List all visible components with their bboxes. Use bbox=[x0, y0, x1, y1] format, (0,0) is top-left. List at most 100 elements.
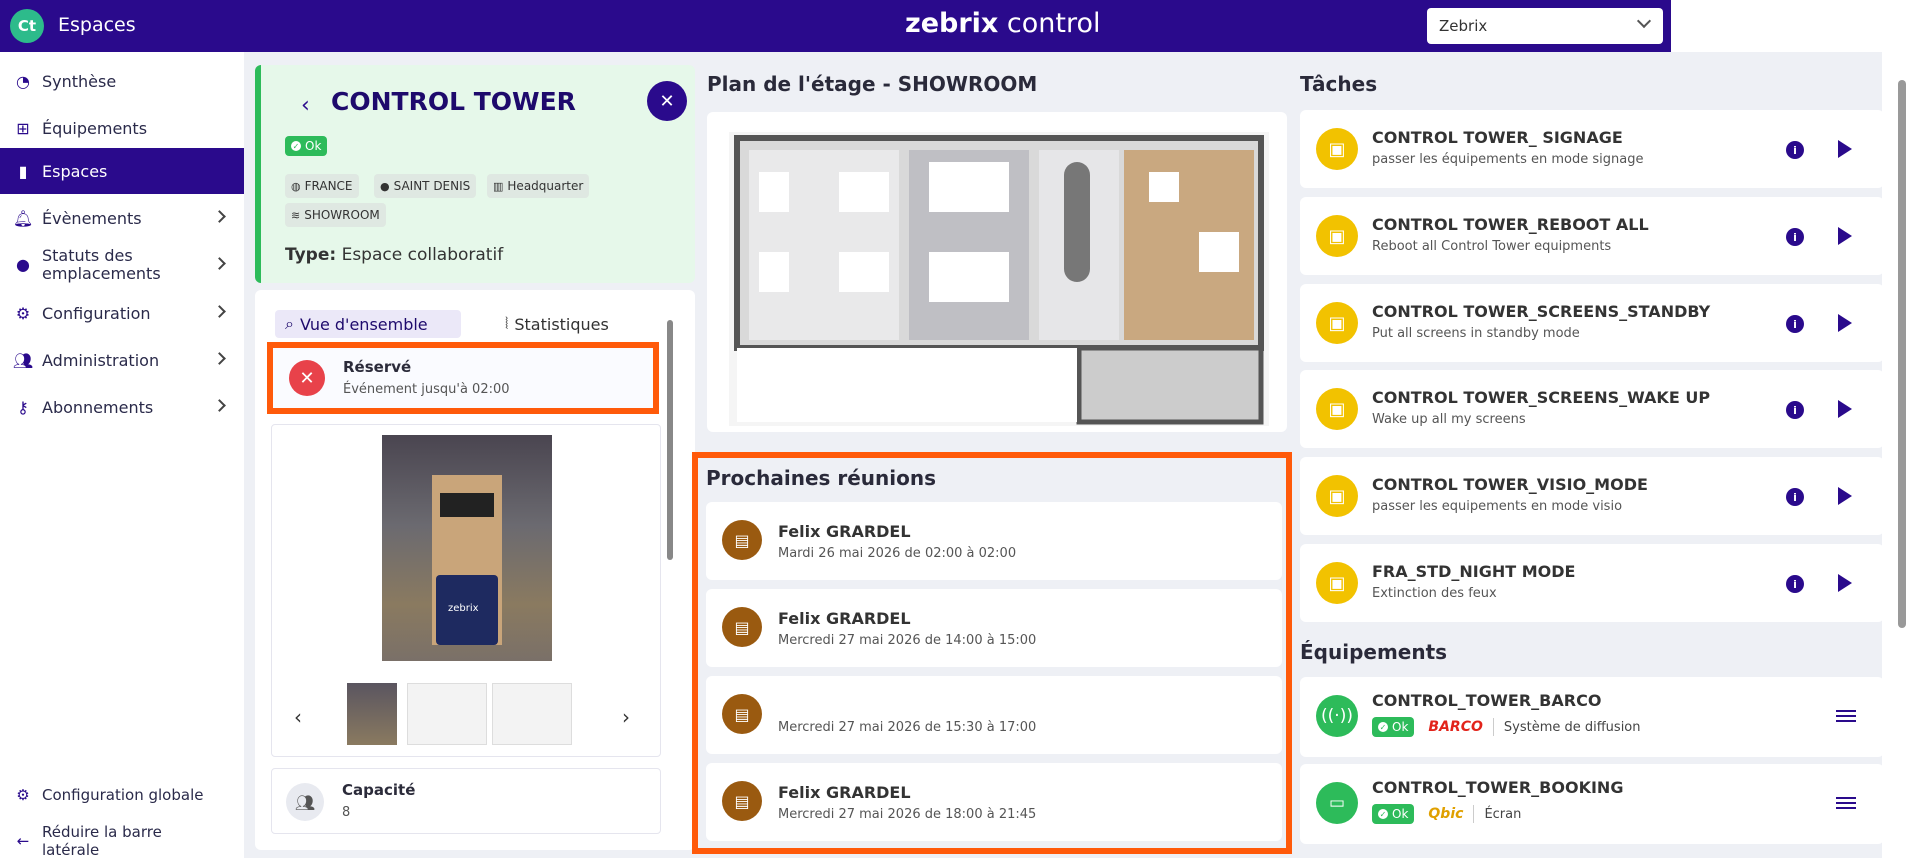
collapse-icon[interactable]: ✕ bbox=[647, 81, 687, 121]
check-icon: ✓ bbox=[1378, 809, 1388, 819]
app-logo: Ct bbox=[10, 9, 44, 43]
upcoming-meetings-section: Prochaines réunions ▤ Felix GRARDEL Mard… bbox=[692, 452, 1292, 854]
meeting-item[interactable]: ▤ Felix GRARDEL Mercredi 27 mai 2026 de … bbox=[706, 589, 1282, 667]
task-name: CONTROL TOWER_VISIO_MODE bbox=[1372, 475, 1648, 494]
task-name: CONTROL TOWER_SCREENS_STANDBY bbox=[1372, 302, 1711, 321]
meeting-organizer: Felix GRARDEL bbox=[778, 522, 911, 541]
info-icon[interactable]: i bbox=[1786, 141, 1804, 159]
tenant-selected-value: Zebrix bbox=[1439, 17, 1488, 35]
space-details-panel: ⌕ Vue d'ensemble ⦚ Statistiques ✕ Réservé … bbox=[255, 290, 695, 850]
search-icon: ⌕ bbox=[285, 314, 294, 333]
task-description: passer les équipements en mode signage bbox=[1372, 152, 1644, 167]
meeting-icon: ▤ bbox=[722, 520, 762, 560]
top-bar: Ct Espaces zebrix control Zebrix bbox=[0, 0, 1671, 52]
task-description: Reboot all Control Tower equipments bbox=[1372, 239, 1612, 254]
check-icon: ✓ bbox=[1378, 722, 1388, 732]
pin-icon: ● bbox=[16, 255, 30, 274]
tasks-title: Tâches bbox=[1300, 72, 1378, 96]
calendar-icon: ▣ bbox=[1316, 388, 1358, 430]
sidebar-item-label: Configuration bbox=[42, 303, 151, 323]
gears-icon: ⚙ bbox=[15, 303, 31, 323]
calendar-icon: ▣ bbox=[1316, 128, 1358, 170]
floor-plan-image[interactable] bbox=[729, 132, 1269, 426]
sidebar-item-configuration[interactable]: ⚙ Configuration bbox=[0, 290, 244, 336]
play-icon[interactable] bbox=[1838, 400, 1852, 418]
chevron-right-icon bbox=[213, 399, 226, 412]
meeting-organizer: Felix GRARDEL bbox=[778, 609, 911, 628]
tenant-select[interactable]: Zebrix bbox=[1427, 8, 1663, 44]
sidebar-item-administration[interactable]: 👥︎ Administration bbox=[0, 337, 244, 383]
info-icon[interactable]: i bbox=[1786, 575, 1804, 593]
tab-overview[interactable]: ⌕ Vue d'ensemble bbox=[275, 310, 461, 338]
meeting-item[interactable]: ▤ Felix GRARDEL Mercredi 27 mai 2026 de … bbox=[706, 763, 1282, 841]
play-icon[interactable] bbox=[1838, 487, 1852, 505]
meeting-organizer: Felix GRARDEL bbox=[778, 783, 911, 802]
play-icon[interactable] bbox=[1838, 227, 1852, 245]
detail-tabs: ⌕ Vue d'ensemble ⦚ Statistiques bbox=[275, 310, 665, 338]
people-icon: 👥︎ bbox=[286, 783, 324, 821]
meeting-item[interactable]: ▤ Felix GRARDEL Mardi 26 mai 2026 de 02:… bbox=[706, 502, 1282, 580]
play-icon[interactable] bbox=[1838, 314, 1852, 332]
task-item: ▣ FRA_STD_NIGHT MODE Extinction des feux… bbox=[1300, 544, 1884, 622]
sidebar-item-label: Abonnements bbox=[42, 397, 154, 417]
meeting-icon: ▤ bbox=[722, 781, 762, 821]
sidebar: ◔ Synthèse ⊞ Équipements ▮ Espaces 🔔︎ Évènem… bbox=[0, 52, 244, 859]
sidebar-item-espaces[interactable]: ▮ Espaces bbox=[0, 148, 244, 194]
sidebar-item-evenements[interactable]: 🔔︎ Évènements bbox=[0, 195, 244, 241]
back-arrow-icon[interactable]: ‹ bbox=[301, 93, 310, 118]
sidebar-item-equipements[interactable]: ⊞ Équipements bbox=[0, 105, 244, 151]
task-name: CONTROL TOWER_ SIGNAGE bbox=[1372, 128, 1623, 147]
chevron-right-icon bbox=[213, 305, 226, 318]
panel-scrollbar[interactable] bbox=[665, 310, 675, 830]
brand-logo: BARCO bbox=[1428, 719, 1483, 735]
meetings-title: Prochaines réunions bbox=[706, 466, 937, 490]
capacity-value: 8 bbox=[342, 805, 351, 820]
sliders-icon[interactable] bbox=[1836, 794, 1856, 812]
chart-icon: ⦚ bbox=[505, 314, 509, 333]
dashboard-icon: ◔ bbox=[16, 71, 30, 91]
sidebar-item-statuts[interactable]: ● Statuts des emplacements bbox=[0, 242, 244, 288]
meeting-time: Mardi 26 mai 2026 de 02:00 à 02:00 bbox=[778, 546, 1017, 561]
equipment-type: Système de diffusion bbox=[1503, 719, 1641, 735]
info-icon[interactable]: i bbox=[1786, 401, 1804, 419]
thumbnail[interactable] bbox=[407, 683, 487, 745]
monitor-icon: ▭ bbox=[1316, 782, 1358, 824]
info-icon[interactable]: i bbox=[1786, 488, 1804, 506]
play-icon[interactable] bbox=[1838, 140, 1852, 158]
global-config-label: Configuration globale bbox=[42, 786, 204, 804]
space-title: CONTROL TOWER bbox=[331, 87, 576, 116]
network-icon: ⊞ bbox=[16, 118, 30, 138]
sidebar-item-abonnements[interactable]: ⚷ Abonnements bbox=[0, 384, 244, 430]
status-badge: ✓ Ok bbox=[1372, 717, 1415, 737]
sidebar-item-label: Statuts des emplacements bbox=[42, 246, 161, 283]
global-config-link[interactable]: ⚙ Configuration globale bbox=[0, 772, 244, 818]
info-icon[interactable]: i bbox=[1786, 228, 1804, 246]
tag-country: ◍ FRANCE bbox=[285, 174, 359, 198]
info-icon[interactable]: i bbox=[1786, 315, 1804, 333]
task-name: FRA_STD_NIGHT MODE bbox=[1372, 562, 1576, 581]
capacity-label: Capacité bbox=[342, 781, 416, 799]
space-photo: zebrix bbox=[382, 435, 552, 661]
chevron-down-icon bbox=[1636, 13, 1652, 29]
sidebar-item-label: Administration bbox=[42, 350, 160, 370]
next-arrow-icon[interactable]: › bbox=[622, 705, 630, 729]
sidebar-item-synthese[interactable]: ◔ Synthèse bbox=[0, 58, 244, 104]
reservation-title: Réservé bbox=[343, 358, 412, 376]
thumbnail[interactable] bbox=[492, 683, 572, 745]
sidebar-item-label: Équipements bbox=[42, 118, 148, 138]
brand-light: control bbox=[998, 8, 1101, 39]
thumbnail[interactable] bbox=[347, 683, 397, 745]
tab-statistics[interactable]: ⦚ Statistiques bbox=[495, 310, 619, 338]
play-icon[interactable] bbox=[1838, 574, 1852, 592]
brand-bold: zebrix bbox=[905, 8, 999, 39]
equipment-item[interactable]: ((·)) CONTROL_TOWER_BARCO ✓ Ok BARCO Syst… bbox=[1300, 677, 1884, 757]
equipment-item[interactable]: ▭ CONTROL_TOWER_BOOKING ✓ Ok Qbic Écran bbox=[1300, 764, 1884, 844]
meeting-time: Mercredi 27 mai 2026 de 18:00 à 21:45 bbox=[778, 807, 1037, 822]
meeting-item[interactable]: ▤ Mercredi 27 mai 2026 de 15:30 à 17:00 bbox=[706, 676, 1282, 754]
calendar-icon: ▣ bbox=[1316, 562, 1358, 604]
collapse-sidebar-button[interactable]: ← Réduire la barre latérale bbox=[0, 818, 244, 864]
space-header-card: ‹ CONTROL TOWER ✕ ✓ Ok ◍ FRANCE ● SAINT DEN… bbox=[255, 65, 695, 283]
gear-icon: ⚙ bbox=[16, 786, 30, 804]
sliders-icon[interactable] bbox=[1836, 707, 1856, 725]
page-scrollbar[interactable] bbox=[1895, 60, 1909, 856]
